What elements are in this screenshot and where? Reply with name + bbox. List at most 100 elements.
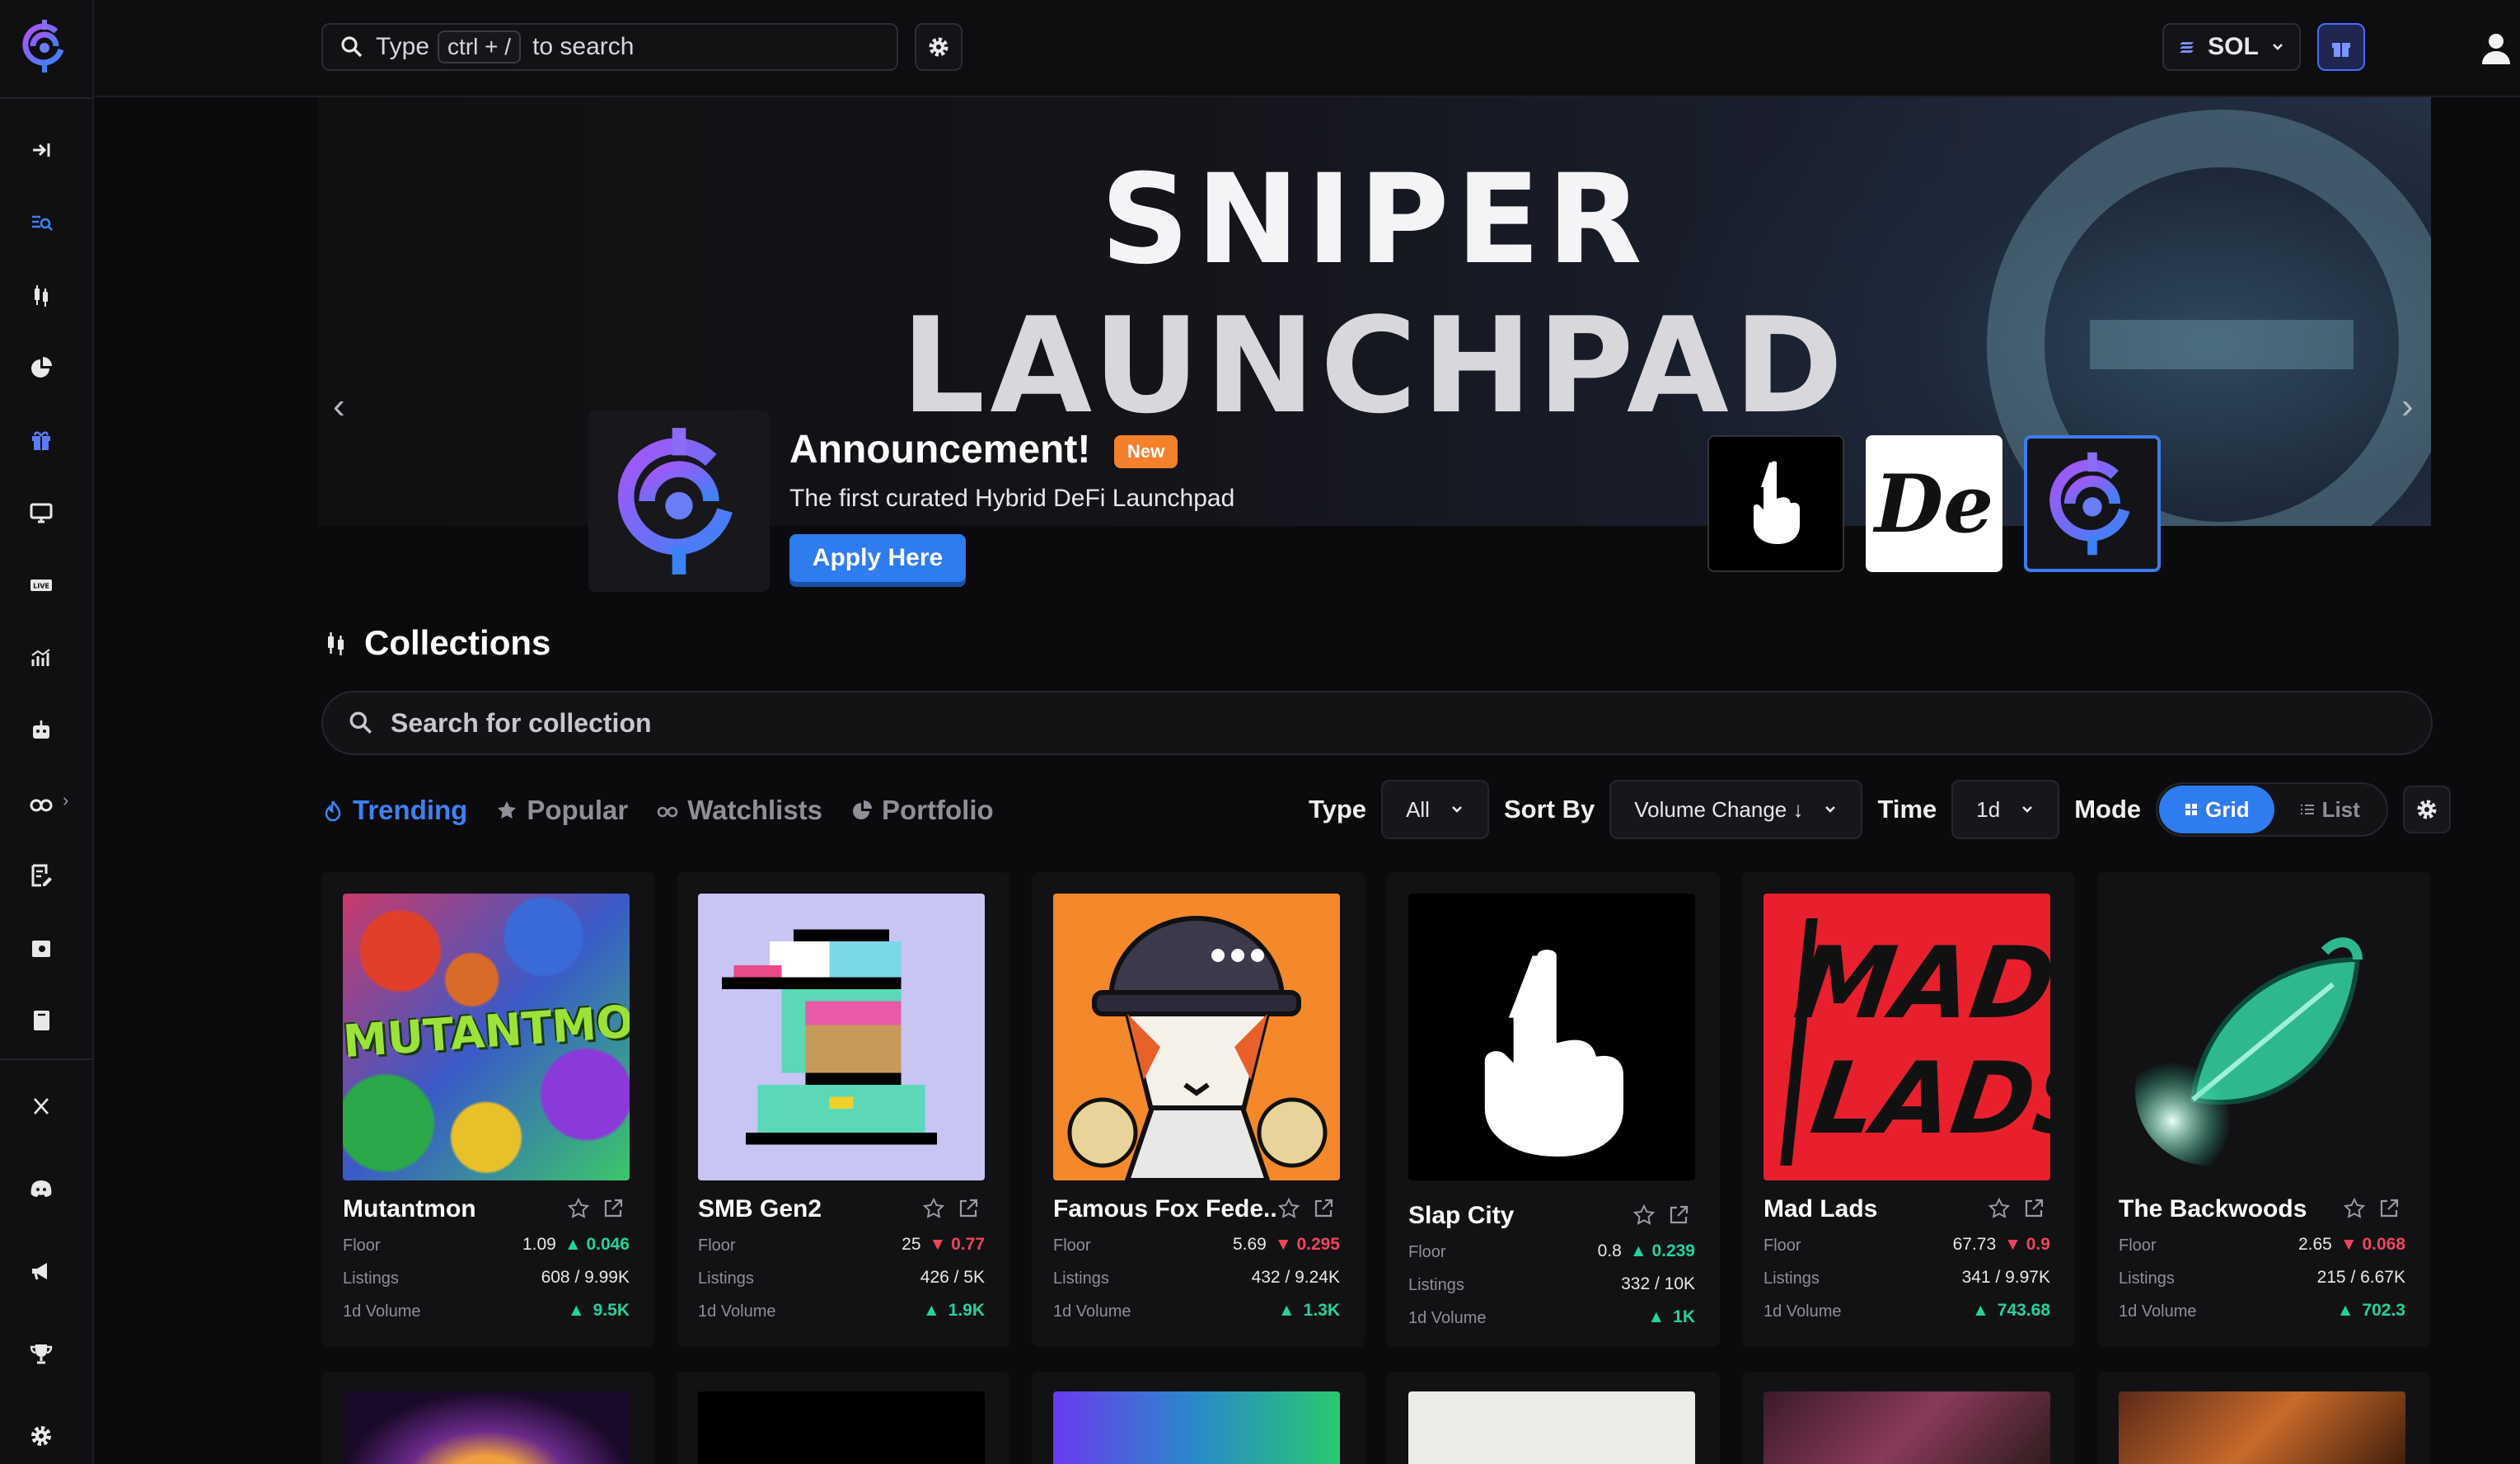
floor-change: ▼ 0.77 (929, 1235, 986, 1254)
external-link-icon[interactable] (2377, 1197, 2401, 1220)
megaphone-icon[interactable] (20, 1250, 63, 1293)
collection-card[interactable]: The Backwoods Floor 2.65 ▼ 0.068 Listings… (2097, 872, 2430, 1347)
grid-settings-button[interactable] (2402, 786, 2451, 833)
tab-portfolio-label: Portfolio (882, 795, 994, 825)
analytics-icon[interactable] (20, 636, 63, 679)
type-dropdown[interactable]: All (1381, 780, 1489, 839)
sniper-logo-icon[interactable] (15, 16, 74, 76)
watchlist-star-icon[interactable] (1988, 1197, 2011, 1220)
topbar: Type ctrl + / to search SOL (94, 0, 2520, 97)
floor-change: ▼ 0.9 (2004, 1235, 2050, 1254)
collection-name[interactable]: Famous Fox Fede... (1053, 1195, 1276, 1223)
volume-label: 1d Volume (1764, 1302, 1842, 1321)
collection-name[interactable]: Mutantmon (343, 1195, 476, 1223)
x-twitter-icon[interactable] (20, 1085, 63, 1128)
collection-image[interactable] (1764, 1391, 2050, 1464)
chain-selector[interactable]: SOL (2162, 23, 2301, 71)
collection-card[interactable] (321, 1372, 654, 1464)
collection-image[interactable] (1408, 1391, 1695, 1464)
time-dropdown[interactable]: 1d (1951, 780, 2060, 839)
chevron-right-icon[interactable]: › (63, 790, 68, 811)
collection-card[interactable] (1387, 1372, 1720, 1464)
carousel-thumb-de[interactable]: De (1866, 435, 2002, 572)
monitor-icon[interactable] (20, 491, 63, 534)
collection-image[interactable] (1053, 1391, 1340, 1464)
collections-title: Collections (364, 623, 551, 662)
mode-list-button[interactable]: List (2274, 786, 2385, 833)
edit-document-icon[interactable] (20, 854, 63, 897)
collection-name[interactable]: Mad Lads (1764, 1195, 1877, 1223)
discord-icon[interactable] (20, 1167, 63, 1210)
book-icon[interactable] (20, 999, 63, 1042)
external-link-icon[interactable] (1667, 1204, 1690, 1227)
apply-here-button[interactable]: Apply Here (789, 534, 966, 582)
external-link-icon[interactable] (602, 1197, 625, 1220)
gift-icon[interactable] (20, 419, 63, 462)
collection-image[interactable] (1053, 894, 1340, 1180)
external-link-icon[interactable] (2022, 1197, 2045, 1220)
carousel-thumb-sniper[interactable] (2024, 435, 2161, 572)
collection-card[interactable]: MAD LADS Mad Lads Floor 67.73 ▼ 0.9 Listi… (1742, 872, 2075, 1347)
star-icon (498, 801, 517, 819)
collection-image[interactable] (343, 1391, 630, 1464)
tab-trending[interactable]: Trending (321, 795, 467, 826)
expand-sidebar-icon[interactable] (20, 129, 63, 171)
volume-label: 1d Volume (1408, 1309, 1487, 1327)
wallet-icon[interactable] (20, 927, 63, 969)
live-icon[interactable]: LIVE (20, 564, 63, 607)
candles-icon[interactable] (20, 274, 63, 317)
collection-card[interactable]: SMB Gen2 Floor 25 ▼ 0.77 Listings 426 / 5… (677, 872, 1009, 1347)
tab-watchlists[interactable]: Watchlists (656, 795, 822, 826)
watchlist-star-icon[interactable] (922, 1197, 945, 1220)
tab-popular[interactable]: Popular (495, 795, 628, 826)
collection-card[interactable] (2097, 1372, 2430, 1464)
trophy-icon[interactable] (20, 1332, 63, 1375)
carousel-next-icon[interactable]: › (2401, 386, 2414, 427)
list-icon (2300, 805, 2314, 814)
watchlist-star-icon[interactable] (1277, 1197, 1300, 1220)
global-search-input[interactable]: Type ctrl + / to search (321, 23, 898, 71)
collection-image[interactable] (2119, 894, 2405, 1180)
collection-card[interactable] (677, 1372, 1009, 1464)
mode-grid-button[interactable]: Grid (2159, 786, 2274, 833)
collection-image[interactable] (698, 894, 985, 1180)
bot-icon[interactable] (20, 709, 63, 752)
collection-name[interactable]: The Backwoods (2119, 1195, 2307, 1223)
carousel-prev-icon[interactable]: ‹ (333, 386, 345, 427)
collection-name[interactable]: SMB Gen2 (698, 1195, 822, 1223)
collection-image[interactable]: MAD LADS (1764, 894, 2050, 1180)
tab-portfolio[interactable]: Portfolio (850, 795, 994, 826)
collection-card[interactable]: Slap City Floor 0.8 ▲ 0.239 Listings 332 … (1387, 872, 1720, 1347)
collection-card[interactable] (1032, 1372, 1365, 1464)
sort-dropdown[interactable]: Volume Change ↓ (1609, 780, 1863, 839)
user-icon[interactable] (2476, 28, 2517, 69)
collection-image[interactable]: MUTANTMON (343, 894, 630, 1180)
binoculars-icon[interactable] (20, 781, 63, 824)
settings-button[interactable] (915, 23, 963, 71)
collection-search-input[interactable]: Search for collection (321, 691, 2433, 755)
collection-image[interactable] (1408, 894, 1695, 1180)
mode-list-label: List (2321, 796, 2360, 822)
collection-tabs: Trending Popular Watchlists Portfolio (321, 795, 994, 826)
floor-change: ▼ 0.068 (2340, 1235, 2405, 1254)
rewards-button[interactable] (2317, 23, 2365, 71)
collection-name[interactable]: Slap City (1408, 1202, 1514, 1230)
collection-card[interactable]: Famous Fox Fede... Floor 5.69 ▼ 0.295 Lis… (1032, 872, 1365, 1347)
watchlist-star-icon[interactable] (1632, 1204, 1656, 1227)
pie-chart-icon[interactable] (20, 346, 63, 389)
carousel-thumb-slapcity[interactable] (1707, 435, 1844, 572)
external-link-icon[interactable] (1312, 1197, 1335, 1220)
external-link-icon[interactable] (957, 1197, 980, 1220)
settings-icon[interactable] (20, 1415, 63, 1457)
floor-change: ▲ 0.239 (1629, 1241, 1695, 1260)
listings-value: 332 / 10K (1621, 1274, 1695, 1293)
collection-image[interactable] (698, 1391, 985, 1464)
collection-image[interactable] (2119, 1391, 2405, 1464)
watchlist-star-icon[interactable] (567, 1197, 590, 1220)
collection-card[interactable]: MUTANTMON Mutantmon Floor 1.09 ▲ 0.046 Li… (321, 872, 654, 1347)
collections-search-icon[interactable] (20, 201, 63, 244)
new-badge: New (1114, 435, 1178, 468)
collection-card[interactable] (1742, 1372, 2075, 1464)
floor-label: Floor (1408, 1243, 1446, 1261)
watchlist-star-icon[interactable] (2343, 1197, 2366, 1220)
